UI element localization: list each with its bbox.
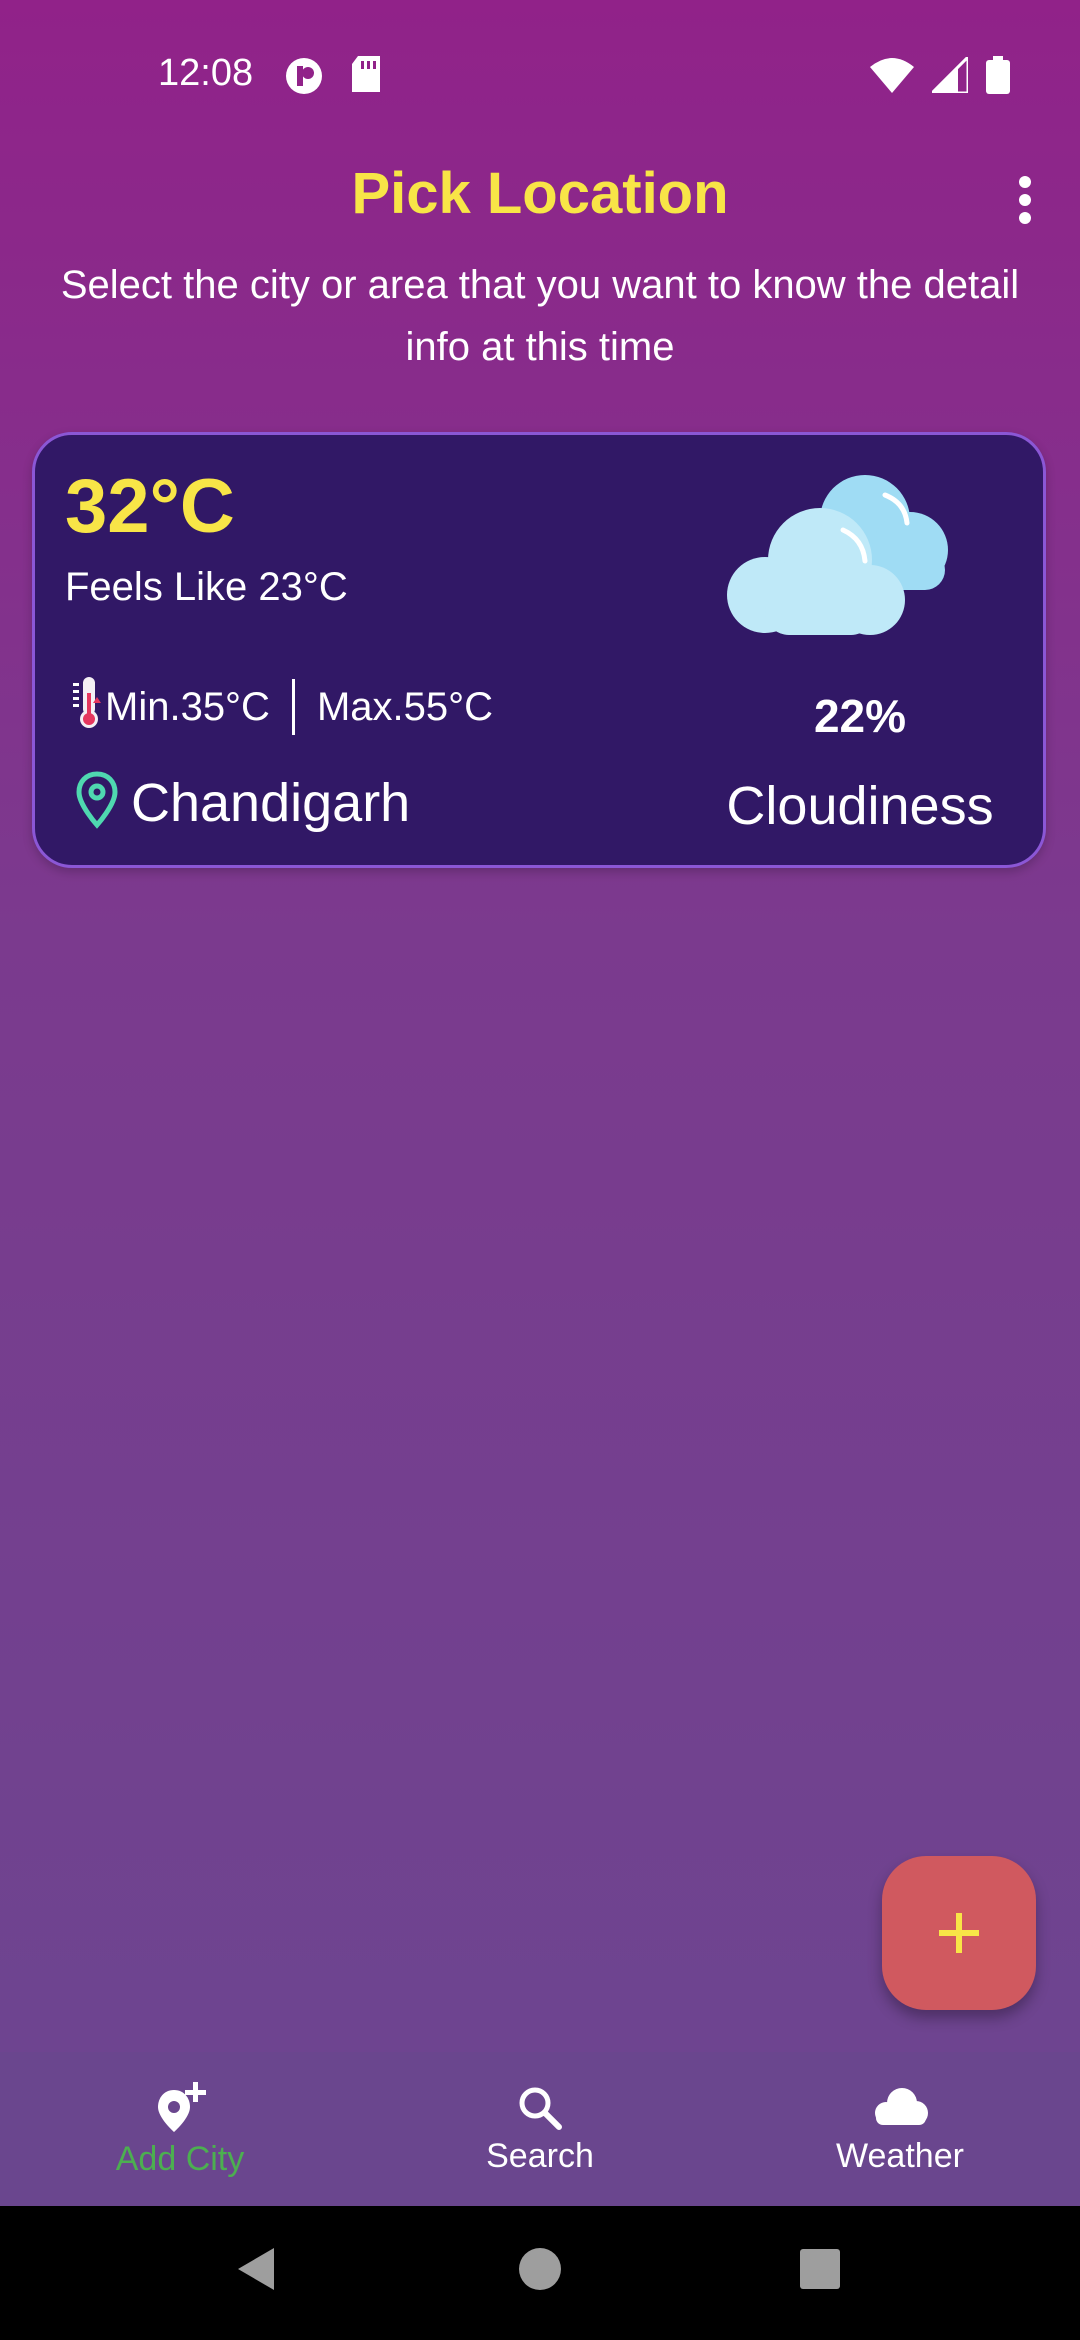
cloud-icon bbox=[715, 465, 975, 660]
divider bbox=[291, 679, 295, 735]
page-subtitle: Select the city or area that you want to… bbox=[60, 263, 1020, 369]
status-time: 12:08 bbox=[158, 52, 254, 94]
more-vert-icon bbox=[1019, 176, 1031, 224]
min-temperature: Min.35°C bbox=[105, 684, 270, 729]
nav-label-weather: Weather bbox=[836, 2136, 964, 2175]
thermometer-icon bbox=[69, 675, 105, 739]
weather-card[interactable]: 32°C Feels Like 23°C Min.35°C Max.55°C C… bbox=[32, 432, 1046, 868]
nav-item-weather[interactable]: Weather bbox=[720, 2052, 1080, 2206]
nav-item-add-city[interactable]: Add City bbox=[0, 2052, 360, 2206]
status-bar: 12:08 bbox=[0, 0, 1080, 150]
cloud-percent: 22% bbox=[813, 690, 907, 742]
add-fab-button[interactable] bbox=[882, 1856, 1036, 2010]
signal-icon bbox=[928, 53, 970, 98]
location-pin-icon bbox=[75, 771, 119, 834]
plus-icon bbox=[939, 1913, 979, 1953]
search-icon bbox=[519, 2087, 562, 2130]
home-icon[interactable] bbox=[518, 2246, 562, 2297]
system-nav-bar bbox=[0, 2206, 1080, 2340]
recents-icon[interactable] bbox=[798, 2246, 842, 2297]
max-temperature: Max.55°C bbox=[316, 684, 494, 729]
cloud-icon bbox=[875, 2087, 928, 2125]
city-name: Chandigarh bbox=[131, 772, 411, 833]
nav-label-add-city: Add City bbox=[115, 2139, 245, 2178]
data-saver-icon bbox=[284, 56, 324, 101]
temperature: 32°C bbox=[65, 464, 235, 549]
nav-item-search[interactable]: Search bbox=[360, 2052, 720, 2206]
battery-icon bbox=[986, 56, 1010, 99]
add-location-icon bbox=[158, 2081, 206, 2132]
location-row: Chandigarh bbox=[75, 771, 410, 834]
nav-label-search: Search bbox=[486, 2136, 594, 2175]
sd-card-icon bbox=[350, 56, 382, 99]
bottom-nav: Add City Search Weather bbox=[0, 2052, 1080, 2206]
condition-label: Cloudiness bbox=[726, 776, 994, 836]
wifi-icon bbox=[870, 57, 914, 98]
feels-like: Feels Like 23°C bbox=[65, 565, 348, 609]
min-max-row: Min.35°C Max.55°C bbox=[69, 675, 493, 739]
more-options-button[interactable] bbox=[990, 160, 1060, 240]
back-icon[interactable] bbox=[236, 2246, 276, 2297]
page-title: Pick Location bbox=[351, 161, 729, 226]
